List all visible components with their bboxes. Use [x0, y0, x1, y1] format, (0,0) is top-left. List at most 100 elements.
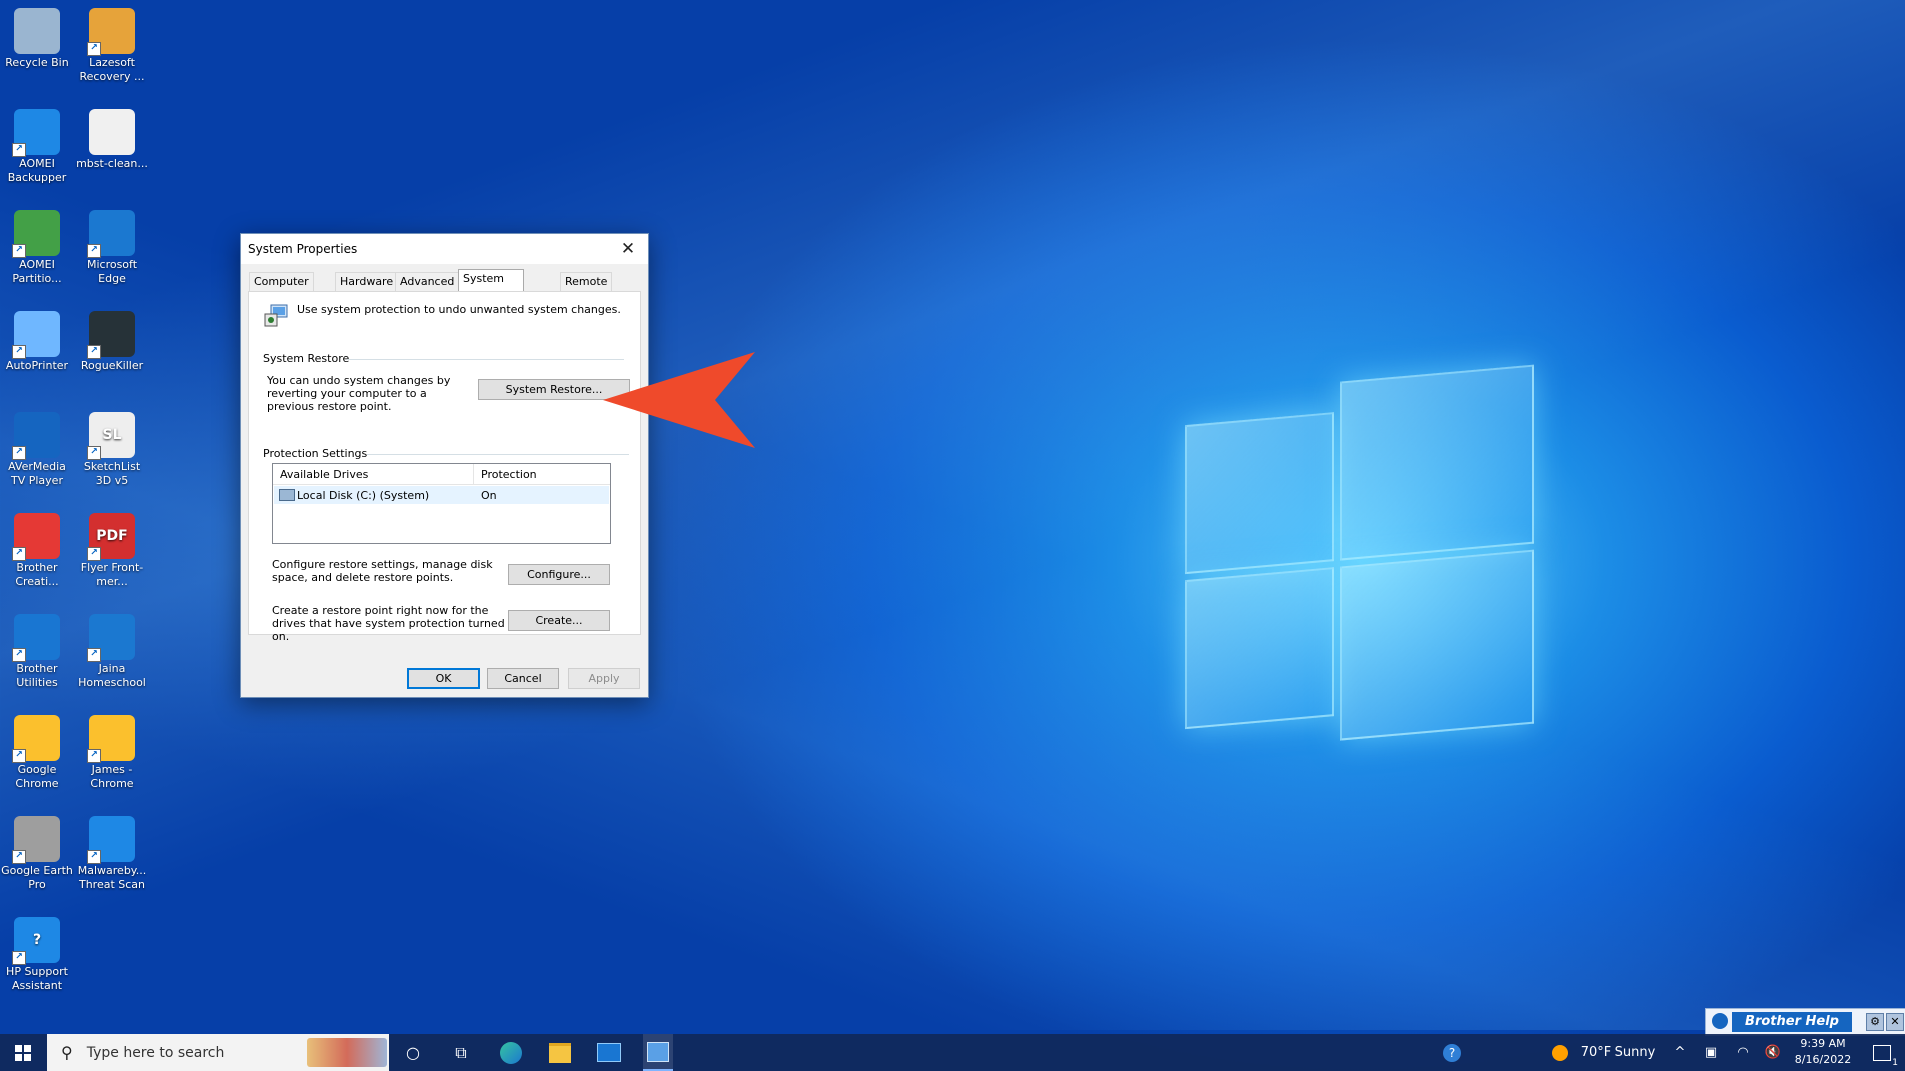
notification-center-icon[interactable]: 1 — [1864, 1034, 1900, 1071]
clock[interactable]: 9:39 AM 8/16/2022 — [1790, 1036, 1856, 1069]
weather-sun-icon[interactable] — [1548, 1034, 1572, 1071]
column-header-available-drives[interactable]: Available Drives — [280, 468, 368, 481]
column-header-protection[interactable]: Protection — [481, 468, 537, 481]
taskbar-search-box[interactable]: ⚲ Type here to search — [47, 1034, 389, 1071]
weather-temperature[interactable]: 70°F — [1576, 1034, 1616, 1071]
chrome-icon: ↗ — [12, 715, 60, 763]
desktop-icon[interactable]: ? ↗ HP Support Assistant — [0, 917, 74, 993]
desktop-icon[interactable]: ↗ Brother Creati... — [0, 513, 74, 589]
desktop-icon[interactable]: ↗ RogueKiller — [75, 311, 149, 373]
desktop-icon-label: Google Chrome — [15, 763, 59, 790]
desktop-icon-label: RogueKiller — [80, 359, 144, 372]
desktop-icon[interactable]: ↗ AOMEI Partitio... — [0, 210, 74, 286]
dialog-titlebar[interactable]: System Properties ✕ — [241, 234, 648, 264]
text-file-icon — [89, 109, 135, 155]
start-button[interactable] — [0, 1034, 46, 1071]
ok-button[interactable]: OK — [407, 668, 480, 689]
lazesoft-icon: ↗ — [87, 8, 135, 56]
file-explorer-icon[interactable] — [545, 1034, 575, 1071]
desktop-icon[interactable]: ↗ Jaina Homeschool — [75, 614, 149, 690]
red-pointer-arrow-icon — [603, 352, 755, 448]
weather-condition[interactable]: Sunny — [1614, 1034, 1656, 1071]
edge-taskbar-icon[interactable] — [496, 1034, 526, 1071]
shortcut-arrow-icon: ↗ — [87, 749, 101, 763]
apply-button[interactable]: Apply — [568, 668, 640, 689]
desktop-icon[interactable]: ↗ Lazesoft Recovery ... — [75, 8, 149, 84]
tab-remote[interactable]: Remote — [560, 272, 613, 291]
desktop-icon[interactable]: ↗ James - Chrome — [75, 715, 149, 791]
desktop-icon[interactable]: PDF ↗ Flyer Front-mer... — [75, 513, 149, 589]
system-properties-taskbar-icon[interactable] — [643, 1034, 673, 1071]
google-earth-icon: ↗ — [12, 816, 60, 864]
gear-icon[interactable]: ⚙ — [1866, 1013, 1884, 1031]
desktop-icon[interactable]: ↗ Malwareby... Threat Scan — [75, 816, 149, 892]
system-restore-group-label: System Restore — [263, 352, 354, 365]
table-row[interactable]: Local Disk (C:) (System) On — [274, 486, 609, 504]
close-icon[interactable]: ✕ — [608, 234, 648, 264]
network-icon[interactable]: ◠ — [1732, 1034, 1754, 1071]
desktop-icon[interactable]: mbst-clean... — [75, 109, 149, 171]
shortcut-arrow-icon: ↗ — [12, 547, 26, 561]
shortcut-arrow-icon: ↗ — [87, 42, 101, 56]
volume-muted-icon[interactable]: 🔇 — [1762, 1034, 1784, 1071]
desktop-icon[interactable]: ↗ Google Earth Pro — [0, 816, 74, 892]
clock-date: 8/16/2022 — [1794, 1053, 1852, 1066]
desktop-icon-label: James - Chrome — [90, 763, 134, 790]
desktop-icon-label: SketchList 3D v5 — [83, 460, 141, 487]
aomei-backupper-icon: ↗ — [12, 109, 60, 157]
mail-icon[interactable] — [594, 1034, 624, 1071]
tab-computer-name[interactable]: Computer Name — [249, 272, 314, 306]
shortcut-arrow-icon: ↗ — [12, 446, 26, 460]
tab-advanced[interactable]: Advanced — [395, 272, 460, 291]
brother-creative-icon: ↗ — [12, 513, 60, 561]
intro-text: Use system protection to undo unwanted s… — [297, 303, 621, 316]
sketchlist-icon: SL ↗ — [87, 412, 135, 460]
tab-system-protection[interactable]: System Protection — [458, 269, 524, 303]
cancel-button[interactable]: Cancel — [487, 668, 559, 689]
shortcut-arrow-icon: ↗ — [12, 749, 26, 763]
chrome-icon: ↗ — [87, 715, 135, 763]
shortcut-arrow-icon: ↗ — [12, 951, 26, 965]
desktop-icon[interactable]: SL ↗ SketchList 3D v5 — [75, 412, 149, 488]
desktop-icon[interactable]: ↗ AOMEI Backupper — [0, 109, 74, 185]
desktop-icon-label: Jaina Homeschool — [78, 662, 146, 689]
desktop-icon[interactable]: ↗ Google Chrome — [0, 715, 74, 791]
desktop-icon-label: AOMEI Partitio... — [12, 258, 62, 285]
shortcut-arrow-icon: ↗ — [87, 547, 101, 561]
create-button[interactable]: Create... — [508, 610, 610, 631]
aomei-partition-icon: ↗ — [12, 210, 60, 258]
brother-logo-icon — [1712, 1013, 1728, 1029]
help-tray-icon[interactable]: ? — [1440, 1034, 1464, 1071]
pdf-icon: PDF ↗ — [87, 513, 135, 561]
desktop-icon-label: Flyer Front-mer... — [80, 561, 144, 588]
brother-help-button[interactable]: Brother Help — [1732, 1012, 1852, 1032]
desktop-icon[interactable]: ↗ AutoPrinter — [0, 311, 74, 373]
task-view-icon[interactable]: ⧉ — [446, 1034, 476, 1071]
taskbar: ⚲ Type here to search ○ ⧉ ? 70°F Sunny ^… — [0, 1034, 1905, 1071]
chevron-up-icon[interactable]: ^ — [1670, 1034, 1690, 1071]
desktop-icon-label: AutoPrinter — [5, 359, 69, 372]
system-protection-panel: Use system protection to undo unwanted s… — [248, 291, 641, 643]
system-restore-description: You can undo system changes by reverting… — [267, 374, 451, 413]
close-icon[interactable]: ✕ — [1886, 1013, 1904, 1031]
desktop-icon[interactable]: ↗ Brother Utilities — [0, 614, 74, 690]
desktop-icon[interactable]: Recycle Bin — [0, 8, 74, 70]
cortana-icon[interactable]: ○ — [400, 1034, 426, 1071]
search-placeholder: Type here to search — [86, 1044, 225, 1061]
drives-list[interactable]: Available Drives Protection Local Disk (… — [272, 463, 611, 544]
desktop-icon-label: AVerMedia TV Player — [8, 460, 66, 487]
desktop-icon[interactable]: ↗ AVerMedia TV Player — [0, 412, 74, 488]
protection-settings-group-label: Protection Settings — [263, 447, 372, 460]
shortcut-arrow-icon: ↗ — [12, 244, 26, 258]
desktop-icon[interactable]: ↗ Microsoft Edge — [75, 210, 149, 286]
configure-button[interactable]: Configure... — [508, 564, 610, 585]
clock-time: 9:39 AM — [1800, 1037, 1846, 1050]
desktop-icon-label: HP Support Assistant — [6, 965, 68, 992]
group-divider — [367, 454, 629, 455]
autoprinter-icon: ↗ — [12, 311, 60, 359]
windows-logo-wallpaper — [1185, 364, 1534, 750]
tab-hardware[interactable]: Hardware — [335, 272, 399, 291]
meet-now-icon[interactable]: ▣ — [1700, 1034, 1722, 1071]
brother-help-bar: Brother Help ⚙ ✕ — [1705, 1008, 1905, 1036]
recycle-bin-icon — [14, 8, 60, 54]
